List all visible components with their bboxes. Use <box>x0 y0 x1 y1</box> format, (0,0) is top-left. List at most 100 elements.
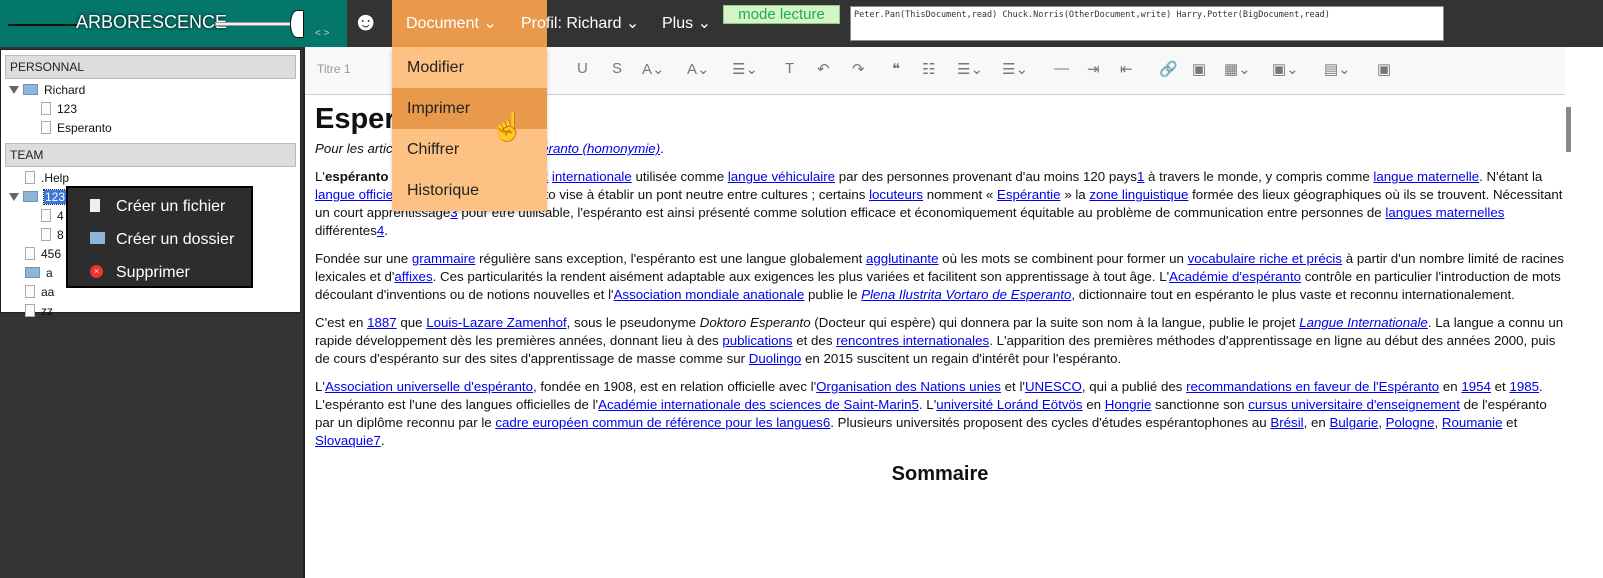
link[interactable]: Slovaquie <box>315 433 373 448</box>
link[interactable]: Brésil <box>1270 415 1303 430</box>
hr-icon[interactable]: — <box>1054 60 1069 77</box>
tree-node-label[interactable]: 4 <box>57 209 64 223</box>
link[interactable]: Hongrie <box>1105 397 1152 412</box>
tree-section-header[interactable]: TEAM <box>5 143 296 167</box>
link[interactable]: Bulgarie <box>1329 415 1378 430</box>
link[interactable]: Organisation des Nations unies <box>816 379 1001 394</box>
underline-icon[interactable]: U <box>577 60 588 77</box>
font-color-icon[interactable]: A⌄ <box>642 60 665 78</box>
folder-icon <box>25 267 40 278</box>
link[interactable]: rencontres internationales <box>836 333 989 348</box>
bg-color-icon[interactable]: A⌄ <box>687 60 710 78</box>
bullet-list-icon[interactable]: ☰⌄ <box>957 60 983 78</box>
link[interactable]: Académie internationale des sciences de … <box>598 397 911 412</box>
summary-heading: Sommaire <box>891 463 989 485</box>
tree-section-header[interactable]: PERSONNAL <box>5 55 296 79</box>
link[interactable]: UNESCO <box>1025 379 1082 394</box>
expand-triangle-icon[interactable] <box>9 86 19 94</box>
link[interactable]: cursus universitaire d'enseignement <box>1248 397 1460 412</box>
paragraph: Fondée sur une grammaire régulière sans … <box>315 250 1565 304</box>
link[interactable]: locuteurs <box>869 187 923 202</box>
menu-profile[interactable]: Profil: Richard ⌄ <box>507 0 653 47</box>
link[interactable]: Pologne <box>1386 415 1435 430</box>
link[interactable]: langues maternelles <box>1385 205 1504 220</box>
file-icon <box>25 247 35 260</box>
link[interactable]: 1887 <box>367 315 397 330</box>
menu-more[interactable]: Plus ⌄ <box>648 0 725 47</box>
link[interactable]: grammaire <box>412 251 476 266</box>
tree-node-label[interactable]: 8 <box>57 228 64 242</box>
link[interactable]: langue véhiculaire <box>728 169 835 184</box>
image2-icon[interactable]: ▣⌄ <box>1272 60 1299 78</box>
image-icon[interactable]: ▣ <box>1192 60 1206 78</box>
tree-node-label[interactable]: zz <box>41 304 53 318</box>
heading-select[interactable]: Titre 1 <box>317 62 351 76</box>
template-icon[interactable]: ▤⌄ <box>1324 60 1351 78</box>
active-users-box: Peter.Pan(ThisDocument,read) Chuck.Norri… <box>850 6 1444 41</box>
tree-node-label[interactable]: 123 <box>57 102 77 116</box>
link[interactable]: publications <box>722 333 792 348</box>
link[interactable]: Roumanie <box>1442 415 1503 430</box>
link[interactable]: Association universelle d'espéranto <box>325 379 533 394</box>
link[interactable]: 5 <box>912 397 919 412</box>
collapse-arrows-icon[interactable]: < > <box>315 28 329 39</box>
tree-node-label[interactable]: Esperanto <box>57 121 112 135</box>
link[interactable]: 1985 <box>1509 379 1539 394</box>
table-icon[interactable]: ▦⌄ <box>1224 60 1251 78</box>
scrollbar-thumb[interactable] <box>1566 107 1571 152</box>
scrollbar[interactable] <box>1565 47 1603 578</box>
link[interactable]: internationale <box>552 169 632 184</box>
read-mode-badge[interactable]: mode lecture <box>723 5 840 24</box>
link[interactable]: Académie d'espéranto <box>1169 269 1301 284</box>
brand-banner[interactable]: ARBORESCENCE < > <box>0 0 347 47</box>
align-icon[interactable]: ☰⌄ <box>732 60 758 78</box>
link[interactable]: vocabulaire riche et précis <box>1188 251 1342 266</box>
text-run: nomment « <box>923 187 997 202</box>
tree-node[interactable]: Esperanto <box>1 119 300 138</box>
link[interactable]: Plena Ilustrita Vortaro de Esperanto <box>861 287 1071 302</box>
add-folder-icon[interactable]: ▣ <box>1377 60 1391 78</box>
tree-node-label[interactable]: Richard <box>44 83 85 97</box>
checklist-icon[interactable]: ☷ <box>922 60 935 78</box>
menu-item-historique[interactable]: Historique <box>392 170 547 211</box>
menu-item-modifier[interactable]: Modifier <box>392 47 547 88</box>
link[interactable]: cadre européen commun de référence pour … <box>495 415 822 430</box>
context-menu-item[interactable]: Créer un fichier <box>68 190 251 223</box>
strike-icon[interactable]: S <box>612 60 622 77</box>
link[interactable]: Louis-Lazare Zamenhof <box>426 315 566 330</box>
indent-icon[interactable]: ⇥ <box>1087 60 1100 78</box>
context-menu-label: Supprimer <box>116 264 190 281</box>
link[interactable]: université Loránd Eötvös <box>936 397 1082 412</box>
context-menu-item[interactable]: Créer un dossier <box>68 223 251 256</box>
tree-node[interactable]: zz <box>1 302 300 321</box>
link[interactable]: 7 <box>373 433 380 448</box>
link[interactable]: agglutinante <box>866 251 938 266</box>
expand-triangle-icon[interactable] <box>9 193 19 201</box>
link[interactable]: recommandations en faveur de l'Espéranto <box>1186 379 1439 394</box>
file-icon <box>90 199 100 212</box>
link[interactable]: Association mondiale anationale <box>614 287 805 302</box>
numbered-list-icon[interactable]: ☰⌄ <box>1002 60 1028 78</box>
link[interactable]: zone linguistique <box>1089 187 1188 202</box>
tree-node-label[interactable]: .Help <box>41 171 69 185</box>
context-menu-item[interactable]: × Supprimer <box>68 256 251 289</box>
link[interactable]: Duolingo <box>749 351 802 366</box>
tree-node-label[interactable]: 123 <box>42 189 68 205</box>
clear-format-icon[interactable]: T <box>785 60 794 77</box>
tree-node-label[interactable]: 456 <box>41 247 61 261</box>
link-icon[interactable]: 🔗 <box>1159 60 1178 78</box>
text-run: en <box>1082 397 1105 412</box>
link[interactable]: Espérantie <box>997 187 1061 202</box>
link[interactable]: langue maternelle <box>1373 169 1479 184</box>
link[interactable]: 1954 <box>1461 379 1491 394</box>
tree-node[interactable]: 123 <box>1 100 300 119</box>
link[interactable]: Langue Internationale <box>1299 315 1428 330</box>
tree-node-label[interactable]: aa <box>41 285 54 299</box>
outdent-icon[interactable]: ⇤ <box>1120 60 1133 78</box>
quote-icon[interactable]: ❝ <box>892 60 900 78</box>
redo-icon[interactable]: ↷ <box>852 60 865 78</box>
tree-node-label[interactable]: a <box>46 266 53 280</box>
undo-icon[interactable]: ↶ <box>817 60 830 78</box>
tree-node[interactable]: Richard <box>1 81 300 100</box>
link[interactable]: affixes <box>394 269 432 284</box>
